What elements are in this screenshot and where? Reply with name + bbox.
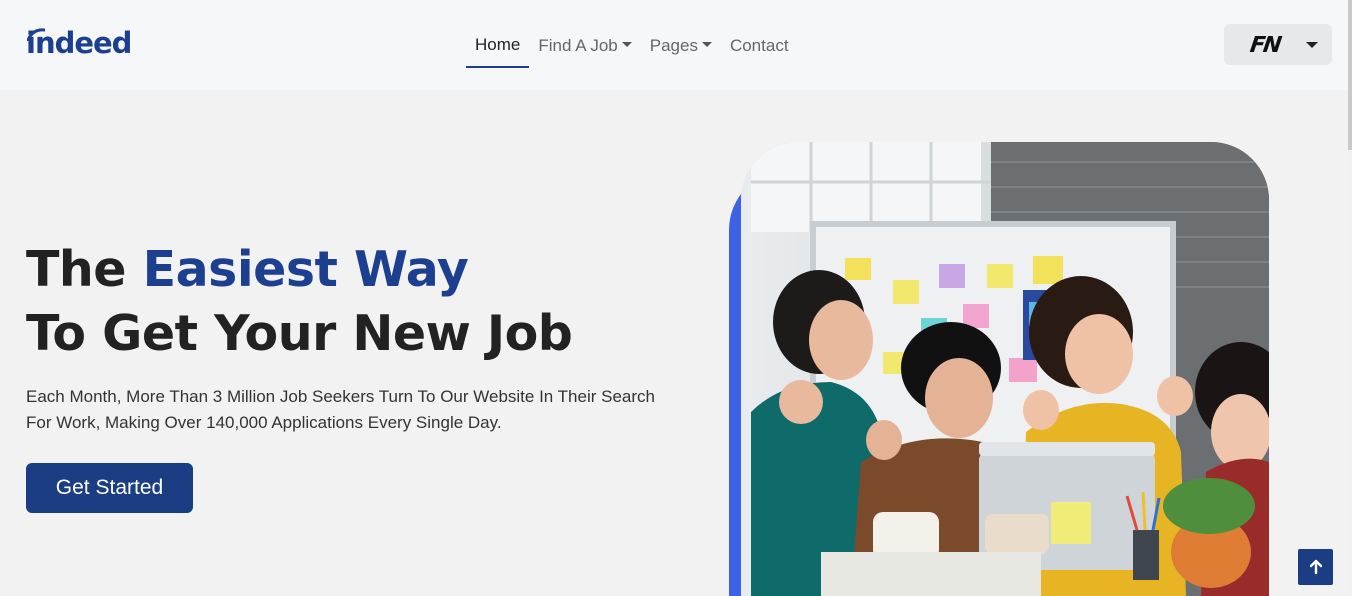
- scrollbar-thumb[interactable]: [1348, 0, 1352, 150]
- nav-item-home[interactable]: Home: [466, 24, 530, 68]
- profile-avatar: FN: [1248, 32, 1282, 57]
- logo-arc-icon: [27, 28, 45, 41]
- get-started-button[interactable]: Get Started: [26, 463, 193, 513]
- caret-down-icon: [621, 42, 632, 47]
- arrow-up-icon: [1309, 559, 1322, 575]
- nav-item-find-a-job[interactable]: Find A Job: [529, 24, 640, 68]
- nav-item-label: Pages: [649, 36, 698, 55]
- nav-item-label: Home: [475, 35, 521, 54]
- nav-item-pages[interactable]: Pages: [641, 24, 721, 68]
- back-to-top-button[interactable]: [1298, 549, 1333, 585]
- hero-title-plain: The: [26, 241, 143, 298]
- navbar: indeed Home Find A Job Pages Contact FN: [0, 0, 1352, 90]
- hero-title-accent: Easiest Way: [142, 241, 469, 298]
- profile-dropdown[interactable]: FN: [1224, 24, 1332, 65]
- brand-logo[interactable]: indeed: [26, 26, 132, 60]
- hero-image: [729, 142, 1269, 596]
- hero-photo: [741, 142, 1269, 596]
- hero-title-line2: To Get Your New Job: [26, 305, 573, 362]
- team-celebrating-illustration: [741, 142, 1269, 596]
- hero-title: The Easiest Way To Get Your New Job: [26, 238, 573, 366]
- main-nav: Home Find A Job Pages Contact: [466, 24, 798, 68]
- nav-item-label: Find A Job: [538, 36, 618, 55]
- nav-item-contact[interactable]: Contact: [721, 24, 798, 68]
- caret-down-icon: [1306, 41, 1318, 48]
- nav-item-label: Contact: [729, 36, 789, 55]
- caret-down-icon: [701, 42, 712, 47]
- hero-description: Each Month, More Than 3 Million Job Seek…: [26, 387, 655, 432]
